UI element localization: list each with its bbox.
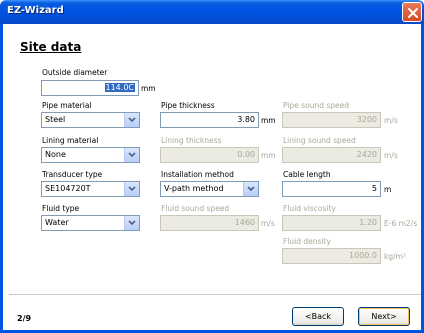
dropdown-button[interactable] <box>243 182 258 196</box>
outside-diameter-unit: mm <box>141 84 156 93</box>
lining-sound-speed-label: Lining sound speed <box>283 136 356 145</box>
fluid-sound-speed-input: 1460 <box>160 215 259 231</box>
installation-method-select[interactable]: V-path method <box>160 181 259 197</box>
transducer-type-label: Transducer type <box>42 170 103 179</box>
fluid-type-label: Fluid type <box>42 204 80 213</box>
lining-thickness-label: Lining thickness <box>161 136 222 145</box>
pipe-sound-speed-input: 3200 <box>282 112 381 128</box>
chevron-down-icon <box>247 186 255 192</box>
outside-diameter-label: Outside diameter <box>42 68 108 77</box>
close-icon <box>408 8 418 18</box>
dropdown-button[interactable] <box>124 113 139 127</box>
footer-divider <box>9 294 421 295</box>
fluid-viscosity-label: Fluid viscosity <box>283 204 336 213</box>
fluid-sound-speed-unit: m/s <box>261 219 275 228</box>
lining-sound-speed-unit: m/s <box>384 151 398 160</box>
lining-thickness-unit: mm <box>261 151 276 160</box>
lining-thickness-input: 0.00 <box>160 147 259 163</box>
cable-length-input[interactable]: 5 <box>282 181 381 197</box>
dropdown-button[interactable] <box>124 216 139 230</box>
chevron-down-icon <box>128 152 136 158</box>
dropdown-button[interactable] <box>124 148 139 162</box>
fluid-sound-speed-label: Fluid sound speed <box>161 204 230 213</box>
page-indicator: 2/9 <box>17 314 32 323</box>
lining-material-select[interactable]: None <box>41 147 140 163</box>
fluid-density-label: Fluid density <box>283 237 331 246</box>
title-bar: EZ-Wizard <box>0 0 424 24</box>
cable-length-unit: m <box>384 185 392 194</box>
fluid-type-select[interactable]: Water <box>41 215 140 231</box>
chevron-down-icon <box>128 220 136 226</box>
transducer-type-select[interactable]: SE104720T <box>41 181 140 197</box>
pipe-sound-speed-unit: m/s <box>384 116 398 125</box>
lining-material-label: Lining material <box>42 136 99 145</box>
chevron-down-icon <box>128 186 136 192</box>
chevron-down-icon <box>128 117 136 123</box>
pipe-material-label: Pipe material <box>42 101 92 110</box>
outside-diameter-input[interactable]: 114.0C <box>41 80 139 96</box>
installation-method-label: Installation method <box>161 170 234 179</box>
cable-length-label: Cable length <box>283 170 331 179</box>
wizard-body: Site data Outside diameter 114.0C mm Pip… <box>0 24 424 333</box>
fluid-density-unit: kg/m³ <box>384 252 406 261</box>
pipe-thickness-input[interactable]: 3.80 <box>160 112 259 128</box>
pipe-sound-speed-label: Pipe sound speed <box>283 101 350 110</box>
back-button[interactable]: <Back <box>292 307 344 326</box>
close-button[interactable] <box>402 2 422 22</box>
lining-sound-speed-input: 2420 <box>282 147 381 163</box>
dropdown-button[interactable] <box>124 182 139 196</box>
next-button[interactable]: Next> <box>358 307 410 326</box>
pipe-thickness-label: Pipe thickness <box>161 101 215 110</box>
fluid-viscosity-input: 1.20 <box>282 215 381 231</box>
window-title: EZ-Wizard <box>7 5 64 16</box>
pipe-thickness-unit: mm <box>261 116 276 125</box>
fluid-density-input: 1000.0 <box>282 248 381 264</box>
fluid-viscosity-unit: E-6 m2/s <box>384 219 418 228</box>
page-title: Site data <box>20 40 82 54</box>
pipe-material-select[interactable]: Steel <box>41 112 140 128</box>
